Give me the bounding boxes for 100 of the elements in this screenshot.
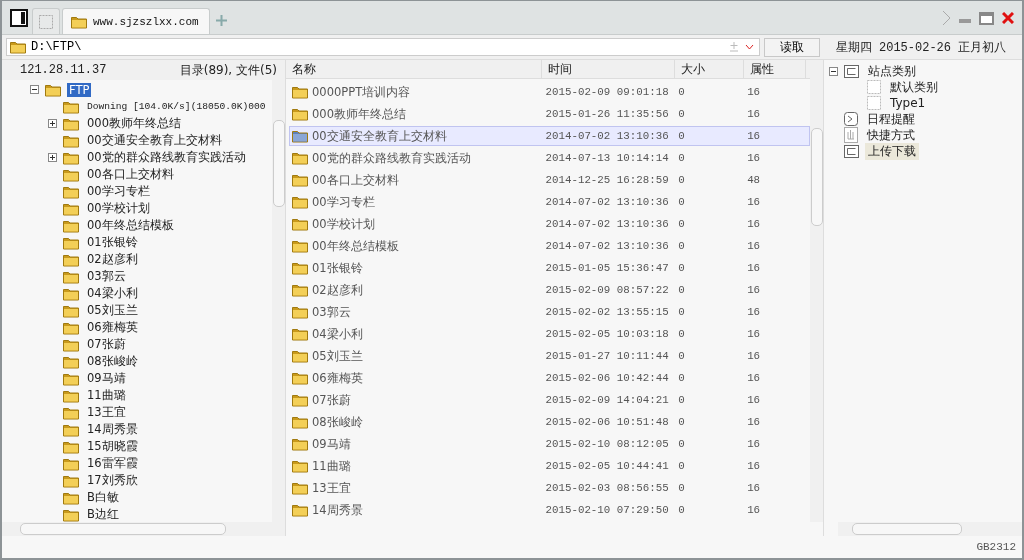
folder-icon <box>292 217 308 231</box>
nav-item[interactable]: 日程提醒 <box>864 110 918 128</box>
file-row[interactable]: 01张银铃 2015-01-05 15:36:47 0 16 <box>289 258 810 278</box>
horizontal-scrollbar[interactable] <box>838 522 1022 536</box>
file-row[interactable]: 13王宜 2015-02-03 08:56:55 0 16 <box>289 478 810 498</box>
tree-item[interactable]: 06雍梅英 <box>85 320 140 335</box>
read-button[interactable]: 读取 <box>764 37 820 57</box>
folder-icon <box>63 286 79 301</box>
tree-item[interactable]: 02赵彦利 <box>85 252 140 267</box>
file-row[interactable]: 00党的群众路线教育实践活动 2014-07-13 10:14:14 0 16 <box>289 148 810 168</box>
folder-icon <box>63 116 79 131</box>
nav-item[interactable]: Type1 <box>887 96 929 110</box>
tree-item[interactable]: 05刘玉兰 <box>85 303 140 318</box>
column-header[interactable]: 大小 <box>675 60 744 78</box>
blank-page-icon[interactable] <box>38 13 54 30</box>
file-row[interactable]: 000教师年终总结 2015-01-26 11:35:56 0 16 <box>289 104 810 124</box>
tree-item[interactable]: FTP <box>67 82 92 97</box>
folder-icon <box>63 405 79 420</box>
file-row[interactable]: 14周秀景 2015-02-10 07:29:50 0 16 <box>289 500 810 520</box>
file-row[interactable]: 00各口上交材料 2014-12-25 16:28:59 0 48 <box>289 170 810 190</box>
plus-minus-icon[interactable] <box>729 42 739 52</box>
file-row[interactable]: 00交通安全教育上交材料 2014-07-02 13:10:36 0 16 <box>289 126 810 146</box>
file-row[interactable]: 02赵彦利 2015-02-09 08:57:22 0 16 <box>289 280 810 300</box>
file-row[interactable]: 0000PPT培训内容 2015-02-09 09:01:18 0 16 <box>289 82 810 102</box>
file-row[interactable]: 04梁小利 2015-02-05 10:03:18 0 16 <box>289 324 810 344</box>
file-row[interactable]: 00学习专栏 2014-07-02 13:10:36 0 16 <box>289 192 810 212</box>
file-row[interactable]: 00学校计划 2014-07-02 13:10:36 0 16 <box>289 214 810 234</box>
chevron-right-icon[interactable] <box>942 10 951 26</box>
horizontal-scrollbar[interactable] <box>2 522 285 536</box>
vertical-scrollbar[interactable] <box>810 60 823 522</box>
tree-item[interactable]: B白敏 <box>85 490 121 505</box>
tree-item[interactable]: 00各口上交材料 <box>85 167 176 182</box>
file-row[interactable]: 11曲璐 2015-02-05 10:44:41 0 16 <box>289 456 810 476</box>
table-cell: 16 <box>747 416 761 428</box>
folder-icon <box>292 437 308 451</box>
tree-item[interactable]: 000教师年终总结 <box>85 116 183 131</box>
table-cell: 2015-02-09 09:01:18 <box>545 86 669 98</box>
file-name: 03郭云 <box>312 304 351 320</box>
tree-item[interactable]: 04梁小利 <box>85 286 140 301</box>
tree-item[interactable]: 00学习专栏 <box>85 184 152 199</box>
tree-item[interactable]: 08张峻岭 <box>85 354 140 369</box>
collapse-icon[interactable] <box>829 66 838 76</box>
tree-item[interactable]: 09马靖 <box>85 371 128 386</box>
table-cell: 16 <box>747 284 761 296</box>
new-tab-icon[interactable] <box>216 15 227 26</box>
table-cell: 0 <box>678 372 685 384</box>
file-row[interactable]: 09马靖 2015-02-10 08:12:05 0 16 <box>289 434 810 454</box>
browser-tab[interactable]: www.sjzszlxx.com <box>62 8 210 34</box>
file-row[interactable]: 00年终总结模板 2014-07-02 13:10:36 0 16 <box>289 236 810 256</box>
table-cell: 2015-02-03 08:56:55 <box>545 482 669 494</box>
file-name: 05刘玉兰 <box>312 348 363 364</box>
folder-icon <box>63 320 79 335</box>
table-cell: 2015-01-05 15:36:47 <box>545 262 669 274</box>
collapse-icon[interactable] <box>30 85 39 94</box>
file-row[interactable]: 08张峻岭 2015-02-06 10:51:48 0 16 <box>289 412 810 432</box>
nav-item[interactable]: 默认类别 <box>887 78 941 96</box>
window-icon <box>844 144 859 158</box>
file-row[interactable]: 03郭云 2015-02-02 13:55:15 0 16 <box>289 302 810 322</box>
folder-icon <box>63 507 79 522</box>
folder-icon <box>292 261 308 275</box>
minimize-icon[interactable] <box>959 19 971 23</box>
tree-item[interactable]: 16雷军霞 <box>85 456 140 471</box>
tree-item[interactable]: 13王宜 <box>85 405 128 420</box>
tree-item[interactable]: 14周秀景 <box>85 422 140 437</box>
column-header[interactable]: 时间 <box>542 60 675 78</box>
folder-icon <box>63 473 79 488</box>
file-row[interactable]: 06雍梅英 2015-02-06 10:42:44 0 16 <box>289 368 810 388</box>
table-cell: 16 <box>747 108 761 120</box>
tree-item[interactable]: 03郭云 <box>85 269 128 284</box>
tree-item[interactable]: 00学校计划 <box>85 201 152 216</box>
nav-item[interactable]: 上传下载 <box>865 142 919 160</box>
tree-item[interactable]: 15胡晓霞 <box>85 439 140 454</box>
tree-item[interactable]: 00年终总结模板 <box>85 218 176 233</box>
expand-icon[interactable] <box>48 119 57 128</box>
tree-item[interactable]: 00交通安全教育上交材料 <box>85 133 224 148</box>
maximize-icon[interactable] <box>979 11 994 25</box>
file-row[interactable]: 05刘玉兰 2015-01-27 10:11:44 0 16 <box>289 346 810 366</box>
tree-item[interactable]: 01张银铃 <box>85 235 140 250</box>
nav-item[interactable]: 站点类别 <box>865 62 919 80</box>
panel-toggle-icon[interactable] <box>10 9 28 27</box>
column-header[interactable]: 名称 <box>286 60 542 78</box>
tree-item[interactable]: 00党的群众路线教育实践活动 <box>85 150 248 165</box>
table-cell: 2015-02-02 13:55:15 <box>545 306 669 318</box>
table-cell: 2015-02-09 14:04:21 <box>545 394 669 406</box>
table-cell: 16 <box>747 130 761 142</box>
file-name: 00各口上交材料 <box>312 172 399 188</box>
file-row[interactable]: 07张蔚 2015-02-09 14:04:21 0 16 <box>289 390 810 410</box>
tree-item[interactable]: 11曲璐 <box>85 388 128 403</box>
file-name: 00年终总结模板 <box>312 238 399 254</box>
tree-item[interactable]: 17刘秀欣 <box>85 473 140 488</box>
close-icon[interactable] <box>1002 12 1014 24</box>
expand-icon[interactable] <box>48 153 57 162</box>
tree-item[interactable]: 07张蔚 <box>85 337 128 352</box>
table-cell: 16 <box>747 306 761 318</box>
address-field[interactable]: D:\FTP\ <box>6 38 760 56</box>
column-header[interactable]: 属性 <box>744 60 806 78</box>
table-cell: 2014-12-25 16:28:59 <box>545 174 669 186</box>
tree-item[interactable]: B边红 <box>85 507 121 522</box>
file-name: 00交通安全教育上交材料 <box>312 128 447 144</box>
nav-item[interactable]: 快捷方式 <box>864 126 918 144</box>
